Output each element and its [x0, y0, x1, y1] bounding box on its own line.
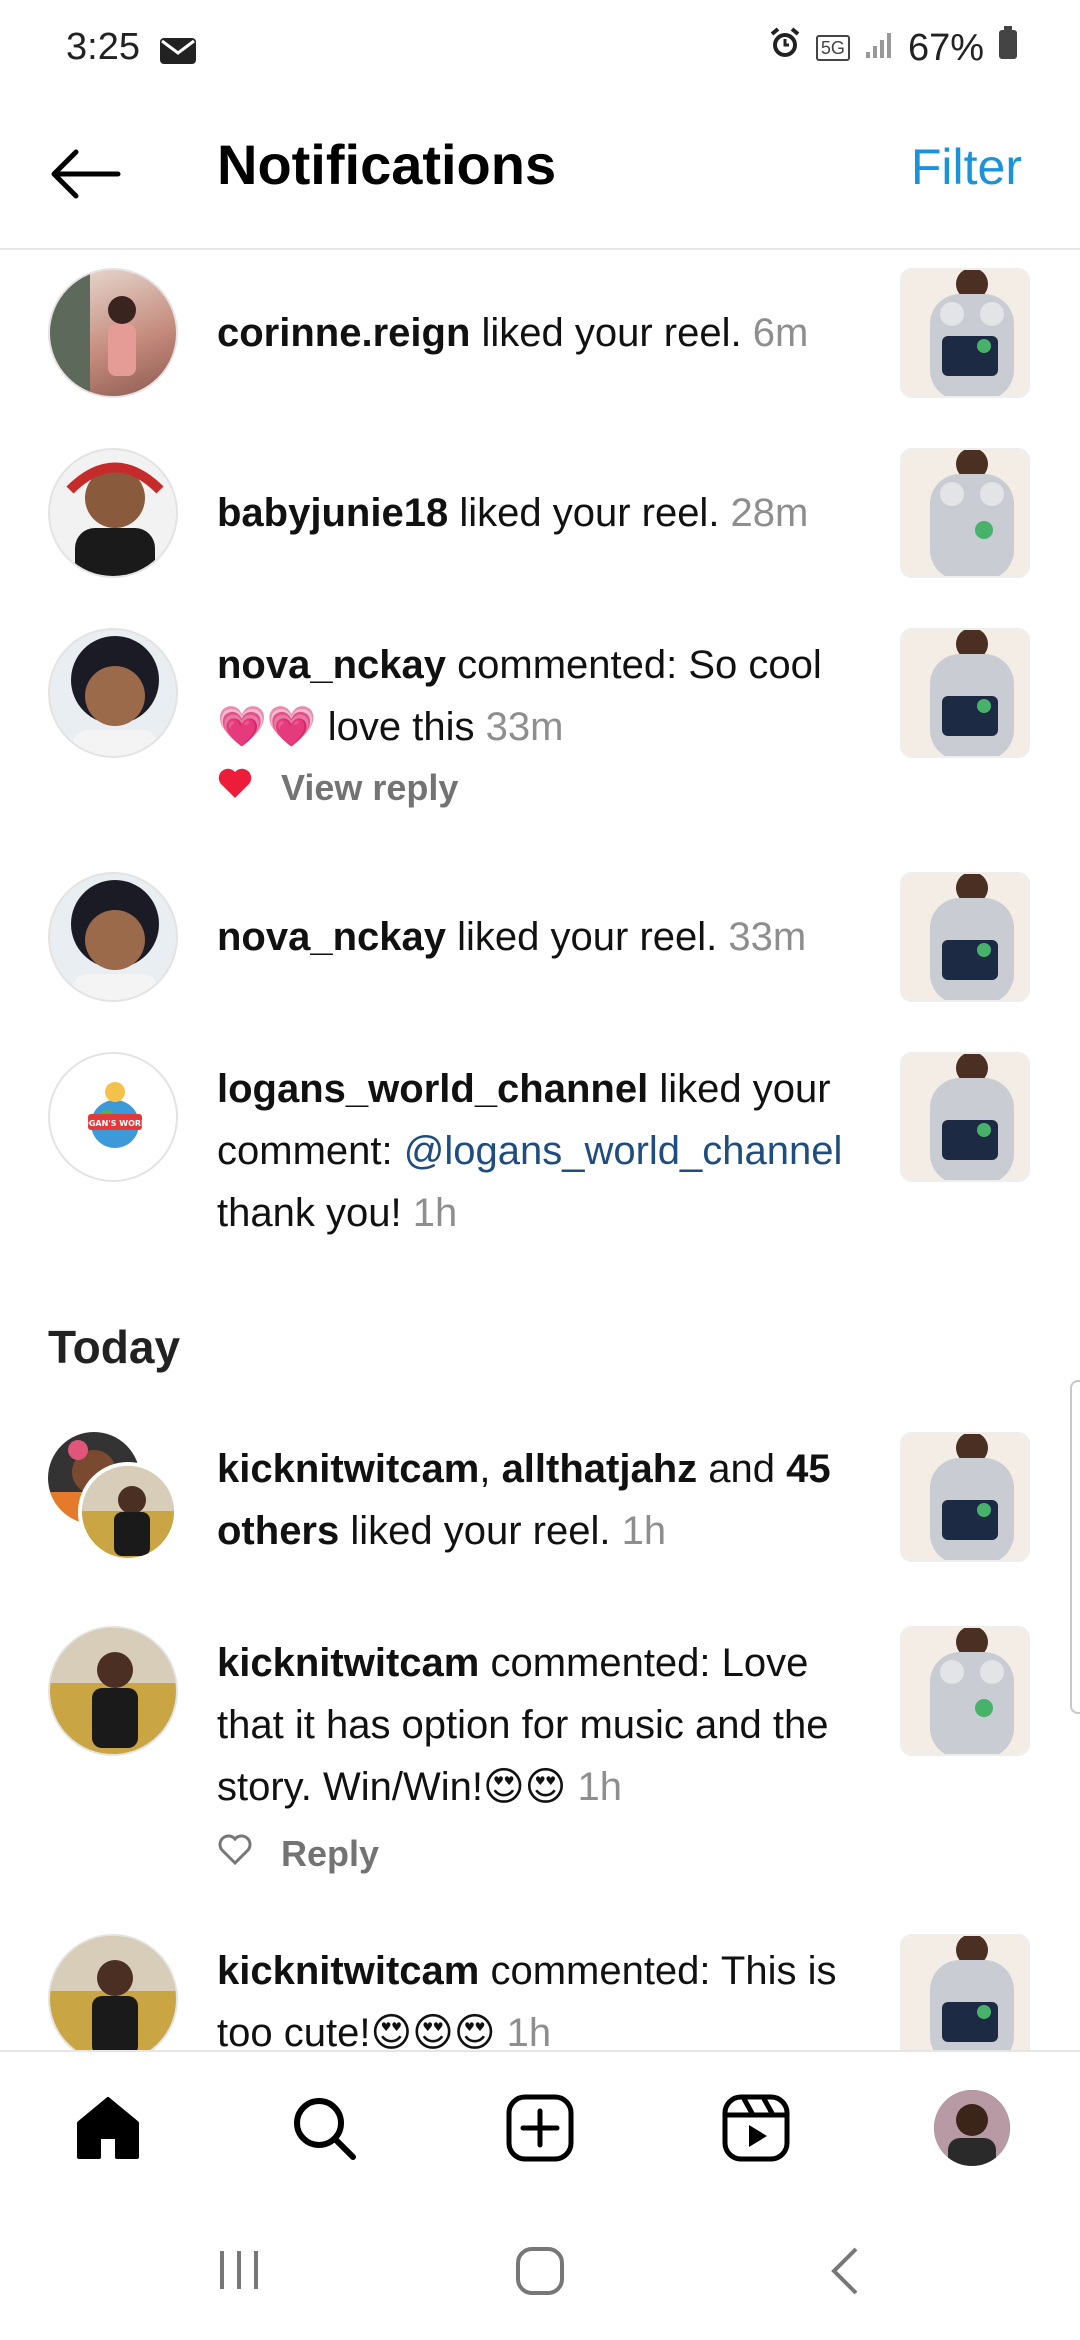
notification-list[interactable]: corinne.reign liked your reel. 6m babyju…: [0, 250, 1080, 2050]
notification-time: 6m: [741, 311, 809, 355]
notification-time: 33m: [474, 705, 564, 749]
notification-action: commented: So cool: [446, 643, 822, 687]
notification-item[interactable]: babyjunie18 liked your reel. 28m: [0, 448, 1080, 588]
home-icon: [77, 2097, 139, 2159]
notification-item[interactable]: nova_nckay liked your reel. 33m: [0, 872, 1080, 1012]
back-system-button[interactable]: [826, 2245, 866, 2302]
comment-actions: Reply: [217, 1832, 379, 1875]
username[interactable]: nova_nckay: [217, 915, 446, 959]
notification-time: 33m: [717, 915, 807, 959]
reel-thumbnail[interactable]: [900, 1052, 1030, 1182]
recent-apps-button[interactable]: [214, 2245, 264, 2300]
reel-thumbnail[interactable]: [900, 448, 1030, 578]
header: Notifications Filter: [0, 100, 1080, 250]
notification-time: 1h: [495, 2011, 552, 2050]
filter-button[interactable]: Filter: [911, 138, 1022, 196]
avatar[interactable]: [48, 872, 178, 1002]
notification-action: liked your reel.: [339, 1509, 611, 1553]
back-chevron-icon: [831, 2247, 858, 2295]
nav-create[interactable]: [500, 2088, 580, 2168]
logo-text: LOGAN'S WORLD: [77, 1119, 153, 1128]
heart-outline-icon[interactable]: [217, 1832, 253, 1875]
emoji: 😍😍: [482, 1765, 567, 1809]
username[interactable]: allthatjahz: [502, 1447, 698, 1491]
reel-thumbnail[interactable]: [900, 268, 1030, 398]
section-title-today: Today: [48, 1321, 181, 1373]
separator: ,: [479, 1447, 502, 1491]
battery-icon: [998, 26, 1018, 70]
signal-icon: [864, 27, 894, 70]
emoji: 💗💗: [217, 705, 317, 749]
notification-action: thank you!: [217, 1191, 402, 1235]
scroll-handle[interactable]: [1070, 1380, 1080, 1714]
notification-item[interactable]: kicknitwitcam, allthatjahz and 45 others…: [0, 1432, 1080, 1612]
notification-action: liked your reel.: [470, 311, 742, 355]
nav-reels[interactable]: [716, 2088, 796, 2168]
username[interactable]: nova_nckay: [217, 643, 446, 687]
notification-item[interactable]: corinne.reign liked your reel. 6m: [0, 268, 1080, 408]
view-reply-button[interactable]: View reply: [281, 767, 458, 809]
reel-thumbnail[interactable]: [900, 1626, 1030, 1756]
notification-item[interactable]: kicknitwitcam commented: This is too cut…: [0, 1934, 1080, 2050]
avatar[interactable]: [48, 268, 178, 398]
create-icon: [506, 2094, 574, 2162]
comment-actions: View reply: [217, 766, 458, 809]
avatar: [78, 1462, 178, 1562]
back-arrow-icon: [51, 149, 121, 199]
notification-time: 28m: [719, 491, 809, 535]
username[interactable]: babyjunie18: [217, 491, 448, 535]
stacked-avatars[interactable]: [48, 1432, 188, 1572]
reels-icon: [722, 2094, 790, 2162]
page-title: Notifications: [217, 133, 557, 196]
notification-time: 1h: [401, 1191, 458, 1235]
back-button[interactable]: [46, 144, 124, 204]
avatar[interactable]: LOGAN'S WORLD: [48, 1052, 178, 1182]
home-circle-icon: [516, 2247, 564, 2295]
recent-apps-icon: [220, 2251, 258, 2289]
profile-avatar: [934, 2090, 1010, 2166]
avatar[interactable]: [48, 628, 178, 758]
username[interactable]: kicknitwitcam: [217, 1641, 479, 1685]
avatar[interactable]: [48, 1934, 178, 2050]
status-indicators: 5G 67%: [768, 26, 1018, 70]
search-icon: [294, 2098, 356, 2160]
home-system-button[interactable]: [514, 2245, 566, 2302]
notification-action: liked your reel.: [448, 491, 720, 535]
notification-action: and: [697, 1447, 787, 1491]
mail-icon: [160, 38, 196, 69]
liked-heart-icon[interactable]: [217, 766, 253, 809]
nav-home[interactable]: [68, 2088, 148, 2168]
reel-thumbnail[interactable]: [900, 628, 1030, 758]
notification-time: 1h: [610, 1509, 667, 1553]
status-time: 3:25: [66, 26, 140, 68]
username[interactable]: kicknitwitcam: [217, 1949, 479, 1993]
battery-percent: 67%: [907, 26, 984, 69]
nav-profile[interactable]: [932, 2088, 1012, 2168]
username[interactable]: logans_world_channel: [217, 1067, 648, 1111]
notification-item[interactable]: nova_nckay commented: So cool 💗💗 love th…: [0, 628, 1080, 858]
username[interactable]: corinne.reign: [217, 311, 470, 355]
notification-action: liked your reel.: [446, 915, 718, 959]
alarm-icon: [768, 26, 802, 70]
avatar[interactable]: [48, 1626, 178, 1756]
reel-thumbnail[interactable]: [900, 872, 1030, 1002]
notification-time: 1h: [566, 1765, 622, 1809]
emoji: 😍😍😍: [370, 2011, 496, 2050]
reply-button[interactable]: Reply: [281, 1833, 379, 1875]
system-nav-bar: [0, 2195, 1080, 2340]
avatar[interactable]: [48, 448, 178, 578]
notification-item[interactable]: LOGAN'S WORLD logans_world_channel liked…: [0, 1052, 1080, 1272]
status-bar: 3:25 5G 67%: [0, 0, 1080, 100]
reel-thumbnail[interactable]: [900, 1432, 1030, 1562]
network-type: 5G: [815, 35, 850, 61]
nav-search[interactable]: [284, 2088, 364, 2168]
mention-link[interactable]: @logans_world_channel: [404, 1129, 843, 1173]
username[interactable]: kicknitwitcam: [217, 1447, 479, 1491]
notification-action: love this: [316, 705, 475, 749]
notification-item[interactable]: kicknitwitcam commented: Love that it ha…: [0, 1626, 1080, 1906]
reel-thumbnail[interactable]: [900, 1934, 1030, 2050]
bottom-nav: [0, 2050, 1080, 2197]
